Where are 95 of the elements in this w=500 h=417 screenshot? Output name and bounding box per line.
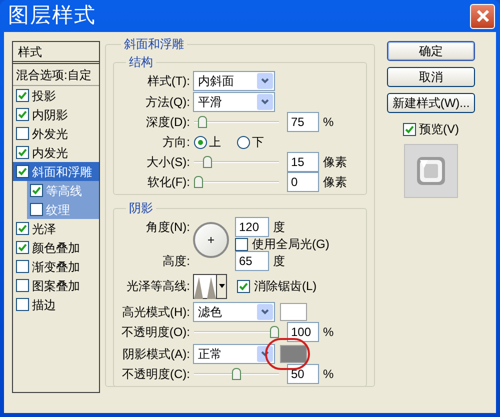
slider-thumb[interactable] <box>198 116 207 128</box>
field-label: 角度(N): <box>146 219 190 236</box>
unit-label: % <box>323 114 334 131</box>
checkbox[interactable] <box>16 89 29 102</box>
field-label: 方法(Q): <box>144 94 190 111</box>
dropdown[interactable]: 滤色 <box>193 302 275 322</box>
dropdown[interactable]: 平滑 <box>193 92 275 112</box>
checkbox[interactable] <box>235 238 248 250</box>
style-list-item[interactable]: 渐变叠加 <box>13 257 99 276</box>
slider-thumb[interactable] <box>270 326 279 338</box>
checkbox-label: 使用全局光(G) <box>252 236 330 253</box>
style-list-item[interactable]: 描边 <box>13 295 99 314</box>
field-label: 高光模式(H): <box>121 304 190 321</box>
unit-label: 度 <box>273 219 285 236</box>
slider-thumb[interactable] <box>203 156 212 168</box>
slider-thumb[interactable] <box>232 368 241 380</box>
field-label: 软化(F): <box>146 174 190 191</box>
input-field[interactable]: 65 <box>235 251 269 271</box>
checkbox[interactable] <box>16 279 29 292</box>
style-list-item[interactable]: 图案叠加 <box>13 276 99 295</box>
style-list-item[interactable]: 外发光 <box>13 124 99 143</box>
style-list-item[interactable]: 内阴影 <box>13 105 99 124</box>
checkbox[interactable] <box>403 122 416 136</box>
close-button[interactable] <box>470 4 495 28</box>
checkbox[interactable] <box>16 298 29 311</box>
slider[interactable] <box>194 176 279 188</box>
checkbox[interactable] <box>16 260 29 273</box>
field-label: 不透明度(C): <box>121 366 190 383</box>
style-list-item[interactable]: 投影 <box>13 86 99 105</box>
preview-thumbnail <box>404 144 458 198</box>
field-label: 不透明度(O): <box>120 324 190 341</box>
input-field[interactable]: 120 <box>235 217 269 237</box>
color-swatch[interactable] <box>280 345 307 363</box>
slider-thumb[interactable] <box>194 176 203 188</box>
dialog-button[interactable]: 取消 <box>387 67 475 87</box>
input-field[interactable]: 100 <box>287 322 319 342</box>
radio-label: 下 <box>252 134 264 151</box>
checkbox[interactable] <box>16 222 29 235</box>
field-label: 样式(T): <box>146 73 190 90</box>
checkbox[interactable] <box>16 165 29 178</box>
close-icon <box>476 9 490 23</box>
unit-label: % <box>323 324 334 341</box>
caret-icon <box>257 304 273 320</box>
field-label: 深度(D): <box>145 114 190 131</box>
contour-picker[interactable] <box>193 274 227 298</box>
unit-label: % <box>323 366 334 383</box>
input-field[interactable]: 50 <box>287 364 319 384</box>
crosshair-icon <box>207 236 215 244</box>
dialog-button[interactable]: 确定 <box>387 41 475 61</box>
slider[interactable] <box>194 156 279 168</box>
dropdown[interactable]: 内斜面 <box>193 71 275 91</box>
input-field[interactable]: 15 <box>287 152 319 172</box>
checkbox[interactable] <box>30 203 43 216</box>
input-field[interactable]: 0 <box>287 172 319 192</box>
slider[interactable] <box>194 368 279 380</box>
checkbox[interactable] <box>16 241 29 254</box>
style-list-item[interactable]: 斜面和浮雕 <box>13 162 99 181</box>
checkbox[interactable] <box>16 108 29 121</box>
caret-icon <box>257 346 273 362</box>
unit-label: 度 <box>273 253 285 270</box>
checkbox[interactable] <box>16 127 29 140</box>
checkbox[interactable] <box>16 146 29 159</box>
input-field[interactable]: 75 <box>287 112 319 132</box>
window-title: 图层样式 <box>8 3 96 30</box>
style-list-item[interactable]: 光泽 <box>13 219 99 238</box>
field-label: 光泽等高线: <box>126 278 190 295</box>
radio-button[interactable] <box>194 136 207 148</box>
group-title: 斜面和浮雕 <box>123 36 185 53</box>
angle-dial[interactable] <box>193 222 229 258</box>
dialog-button[interactable]: 新建样式(W)... <box>387 93 475 113</box>
group-title: 阴影 <box>128 200 154 217</box>
field-label: 阴影模式(A): <box>122 346 190 363</box>
color-swatch[interactable] <box>280 303 307 321</box>
field-label: 大小(S): <box>146 154 190 171</box>
style-list-item[interactable]: 颜色叠加 <box>13 238 99 257</box>
caret-icon <box>218 284 224 288</box>
slider[interactable] <box>194 326 279 338</box>
field-label: 高度: <box>162 253 190 270</box>
checkbox[interactable] <box>30 184 43 197</box>
style-list-item[interactable]: 混合选项:自定 <box>13 64 99 86</box>
field-label: 方向: <box>162 134 190 151</box>
dropdown[interactable]: 正常 <box>193 344 275 364</box>
caret-icon <box>257 73 273 89</box>
checkbox-label: 消除锯齿(L) <box>254 278 317 295</box>
list-header: 样式 <box>13 42 99 64</box>
slider[interactable] <box>194 116 279 128</box>
checkbox-label: 预览(V) <box>419 121 459 138</box>
caret-icon <box>257 94 273 110</box>
radio-button[interactable] <box>237 136 250 148</box>
group-title: 结构 <box>128 54 154 71</box>
unit-label: 像素 <box>323 154 347 171</box>
radio-label: 上 <box>209 134 221 151</box>
style-list-item[interactable]: 内发光 <box>13 143 99 162</box>
checkbox[interactable] <box>237 280 250 292</box>
unit-label: 像素 <box>323 174 347 191</box>
